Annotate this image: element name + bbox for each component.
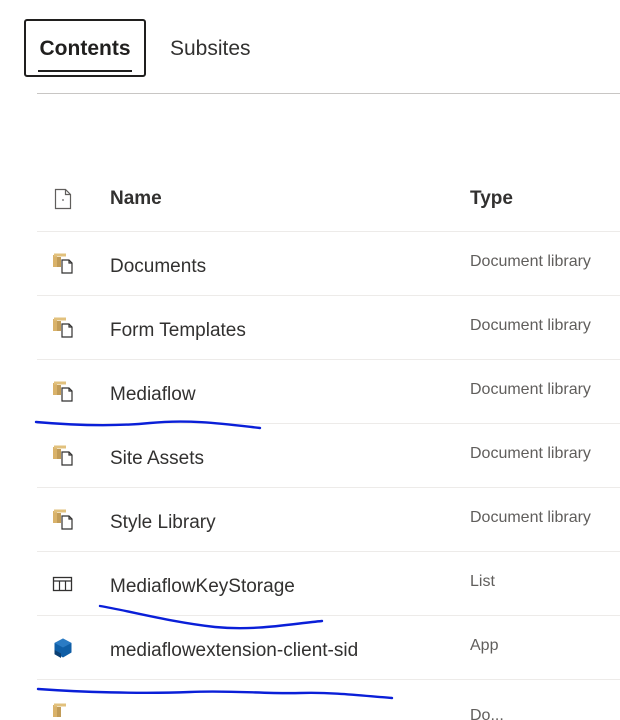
document-library-icon: [51, 508, 75, 532]
row-name[interactable]: Style Library: [110, 512, 216, 534]
list-icon: [51, 572, 75, 596]
tab-divider: [37, 93, 620, 94]
table-row[interactable]: Documents Document library: [37, 232, 620, 296]
tab-contents[interactable]: Contents: [24, 19, 146, 77]
app-icon: [51, 636, 75, 660]
table-row[interactable]: Mediaflow Document library: [37, 360, 620, 424]
row-type: Do...: [470, 707, 504, 720]
site-contents-table: Name Type Documents Document library For…: [37, 167, 620, 720]
tab-selected-indicator: [38, 70, 132, 72]
table-row[interactable]: MediaflowKeyStorage List: [37, 552, 620, 616]
row-type: Document library: [470, 444, 591, 462]
tab-subsites-label: Subsites: [170, 36, 251, 60]
table-row[interactable]: Form Templates Document library: [37, 296, 620, 360]
row-type: Document library: [470, 380, 591, 398]
table-row[interactable]: Do...: [37, 680, 620, 720]
row-name[interactable]: Mediaflow: [110, 384, 196, 406]
column-header-type[interactable]: Type: [470, 188, 513, 210]
table-row[interactable]: mediaflowextension-client-sid App: [37, 616, 620, 680]
row-name[interactable]: MediaflowKeyStorage: [110, 576, 295, 598]
row-type: Document library: [470, 316, 591, 334]
row-name[interactable]: Form Templates: [110, 320, 246, 342]
document-library-icon: [51, 380, 75, 404]
document-library-icon: [51, 702, 75, 720]
tab-contents-label: Contents: [39, 36, 131, 60]
row-name[interactable]: mediaflowextension-client-sid: [110, 640, 358, 662]
row-name[interactable]: Documents: [110, 256, 206, 278]
table-row[interactable]: Style Library Document library: [37, 488, 620, 552]
row-name[interactable]: Site Assets: [110, 448, 204, 470]
row-type: Document library: [470, 252, 591, 270]
document-library-icon: [51, 252, 75, 276]
tab-subsites[interactable]: Subsites: [170, 38, 251, 59]
table-row[interactable]: Site Assets Document library: [37, 424, 620, 488]
document-library-icon: [51, 316, 75, 340]
column-header-name[interactable]: Name: [110, 188, 162, 210]
tab-bar: Contents Subsites: [24, 18, 251, 78]
row-type: Document library: [470, 508, 591, 526]
table-header: Name Type: [37, 167, 620, 232]
document-library-icon: [51, 444, 75, 468]
row-type: App: [470, 636, 499, 654]
row-type: List: [470, 572, 495, 590]
file-type-header-icon[interactable]: [51, 187, 75, 211]
